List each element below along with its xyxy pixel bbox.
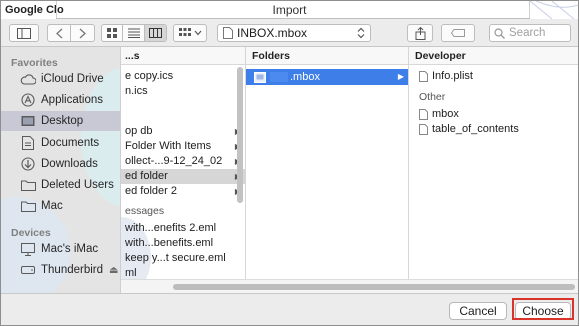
desktop-icon <box>19 114 37 128</box>
search-placeholder: Search <box>509 27 546 39</box>
column-header: Developer <box>409 47 578 65</box>
column-header: Folders <box>246 47 408 65</box>
list-item-selected[interactable]: ed folder▶ <box>121 169 245 184</box>
list-item[interactable]: with...enefits 2.eml <box>121 221 245 236</box>
toolbar: INBOX.mbox Search <box>1 19 578 47</box>
section-label: Other <box>419 91 446 103</box>
favorites-heading: Favorites <box>11 57 58 69</box>
document-icon <box>419 108 428 120</box>
list-item[interactable]: Folder With Items▶ <box>121 139 245 154</box>
sidebar-item-documents[interactable]: Documents <box>1 133 120 153</box>
scroll-thumb[interactable] <box>173 284 575 290</box>
horizontal-scrollbar[interactable] <box>121 279 578 294</box>
list-item[interactable]: with...benefits.eml <box>121 236 245 251</box>
applications-icon <box>19 93 37 107</box>
columns-icon <box>148 28 162 38</box>
sidebar-toggle-button[interactable] <box>9 24 39 42</box>
icon-view-button[interactable] <box>102 25 124 41</box>
list-item[interactable]: keep y...t secure.eml <box>121 251 245 266</box>
forward-button[interactable] <box>71 25 94 41</box>
sidebar-item-downloads[interactable]: Downloads <box>1 154 120 174</box>
list-item[interactable]: n.ics <box>121 84 245 99</box>
document-icon <box>19 136 37 150</box>
sidebar-item-deleted-users[interactable]: Deleted Users <box>1 175 120 195</box>
view-mode-segment <box>101 24 167 42</box>
chevron-left-icon <box>55 28 62 38</box>
eject-icon[interactable]: ⏏ <box>109 265 118 276</box>
sidebar-item-applications[interactable]: Applications <box>1 90 120 110</box>
title-bar: Google Clo Import <box>1 1 578 19</box>
sidebar-item-mac[interactable]: Mac <box>1 196 120 216</box>
search-icon <box>494 27 505 39</box>
list-item[interactable]: table_of_contents <box>409 122 578 137</box>
tag-button[interactable] <box>441 24 475 42</box>
share-button[interactable] <box>407 24 433 42</box>
navigation-buttons <box>47 24 95 42</box>
list-item[interactable]: Info.plist <box>409 69 578 84</box>
tag-icon <box>451 29 465 37</box>
download-icon <box>19 157 37 171</box>
redacted-name <box>270 72 288 83</box>
list-item[interactable]: ed folder 2▶ <box>121 184 245 199</box>
list-item-selected[interactable]: .mbox ▶ <box>246 69 408 85</box>
share-icon <box>415 26 425 40</box>
drive-icon <box>19 263 37 277</box>
cancel-button[interactable]: Cancel <box>449 302 507 320</box>
background-decoration <box>530 1 578 19</box>
section-label: essages <box>125 205 165 217</box>
column-folders: Folders .mbox ▶ <box>246 47 409 279</box>
choose-highlight-box <box>512 298 574 320</box>
column-header: ...s <box>121 47 245 65</box>
mbox-folder-icon <box>254 71 266 83</box>
column-contents: Developer Info.plist Other mbox table_of… <box>409 47 578 279</box>
sidebar-item-desktop[interactable]: Desktop <box>1 111 120 131</box>
grid-icon <box>107 28 118 38</box>
list-item[interactable]: e copy.ics <box>121 69 245 84</box>
sidebar-item-macs-imac[interactable]: Mac's iMac <box>1 239 120 259</box>
document-icon <box>419 123 428 135</box>
sidebar: Favorites iCloud Drive Applications Desk… <box>1 47 121 293</box>
mbox-folder-icon <box>223 27 233 39</box>
list-view-button[interactable] <box>123 25 145 41</box>
chevron-right-icon <box>79 28 86 38</box>
chevron-down-icon <box>194 30 201 36</box>
folder-icon <box>19 178 37 192</box>
column-parent: ...s e copy.ics n.ics op db▶ Folder With… <box>121 47 246 279</box>
search-field[interactable]: Search <box>489 24 571 42</box>
sidebar-item-icloud-drive[interactable]: iCloud Drive <box>1 69 120 89</box>
back-button[interactable] <box>48 25 72 41</box>
sidebar-item-thunderbird[interactable]: Thunderbird ⏏ <box>1 260 120 280</box>
list-item[interactable]: op db▶ <box>121 124 245 139</box>
devices-heading: Devices <box>11 227 51 239</box>
cloud-icon <box>19 72 37 86</box>
computer-icon <box>19 242 37 256</box>
list-item[interactable]: mbox <box>409 107 578 122</box>
disclosure-arrow-icon: ▶ <box>397 72 404 81</box>
list-icon <box>127 28 140 38</box>
path-label: INBOX.mbox <box>237 26 308 40</box>
sidebar-toggle-icon <box>17 27 31 39</box>
updown-arrow-icon <box>357 27 365 39</box>
column-scrollbar[interactable] <box>237 67 243 203</box>
dialog-title: Import <box>272 3 307 17</box>
list-item[interactable]: ml <box>121 266 245 279</box>
import-dialog: Google Clo Import INBOX.mbox Search Favo… <box>0 0 579 326</box>
document-icon <box>419 70 428 82</box>
folder-icon <box>19 199 37 213</box>
column-view-button[interactable] <box>144 25 166 41</box>
list-item[interactable]: ollect-...9-12_24_02▶ <box>121 154 245 169</box>
group-by-button[interactable] <box>173 24 207 42</box>
group-grid-icon <box>178 28 191 36</box>
bottom-bar: Cancel Choose <box>1 293 578 325</box>
path-popup[interactable]: INBOX.mbox <box>217 24 371 42</box>
